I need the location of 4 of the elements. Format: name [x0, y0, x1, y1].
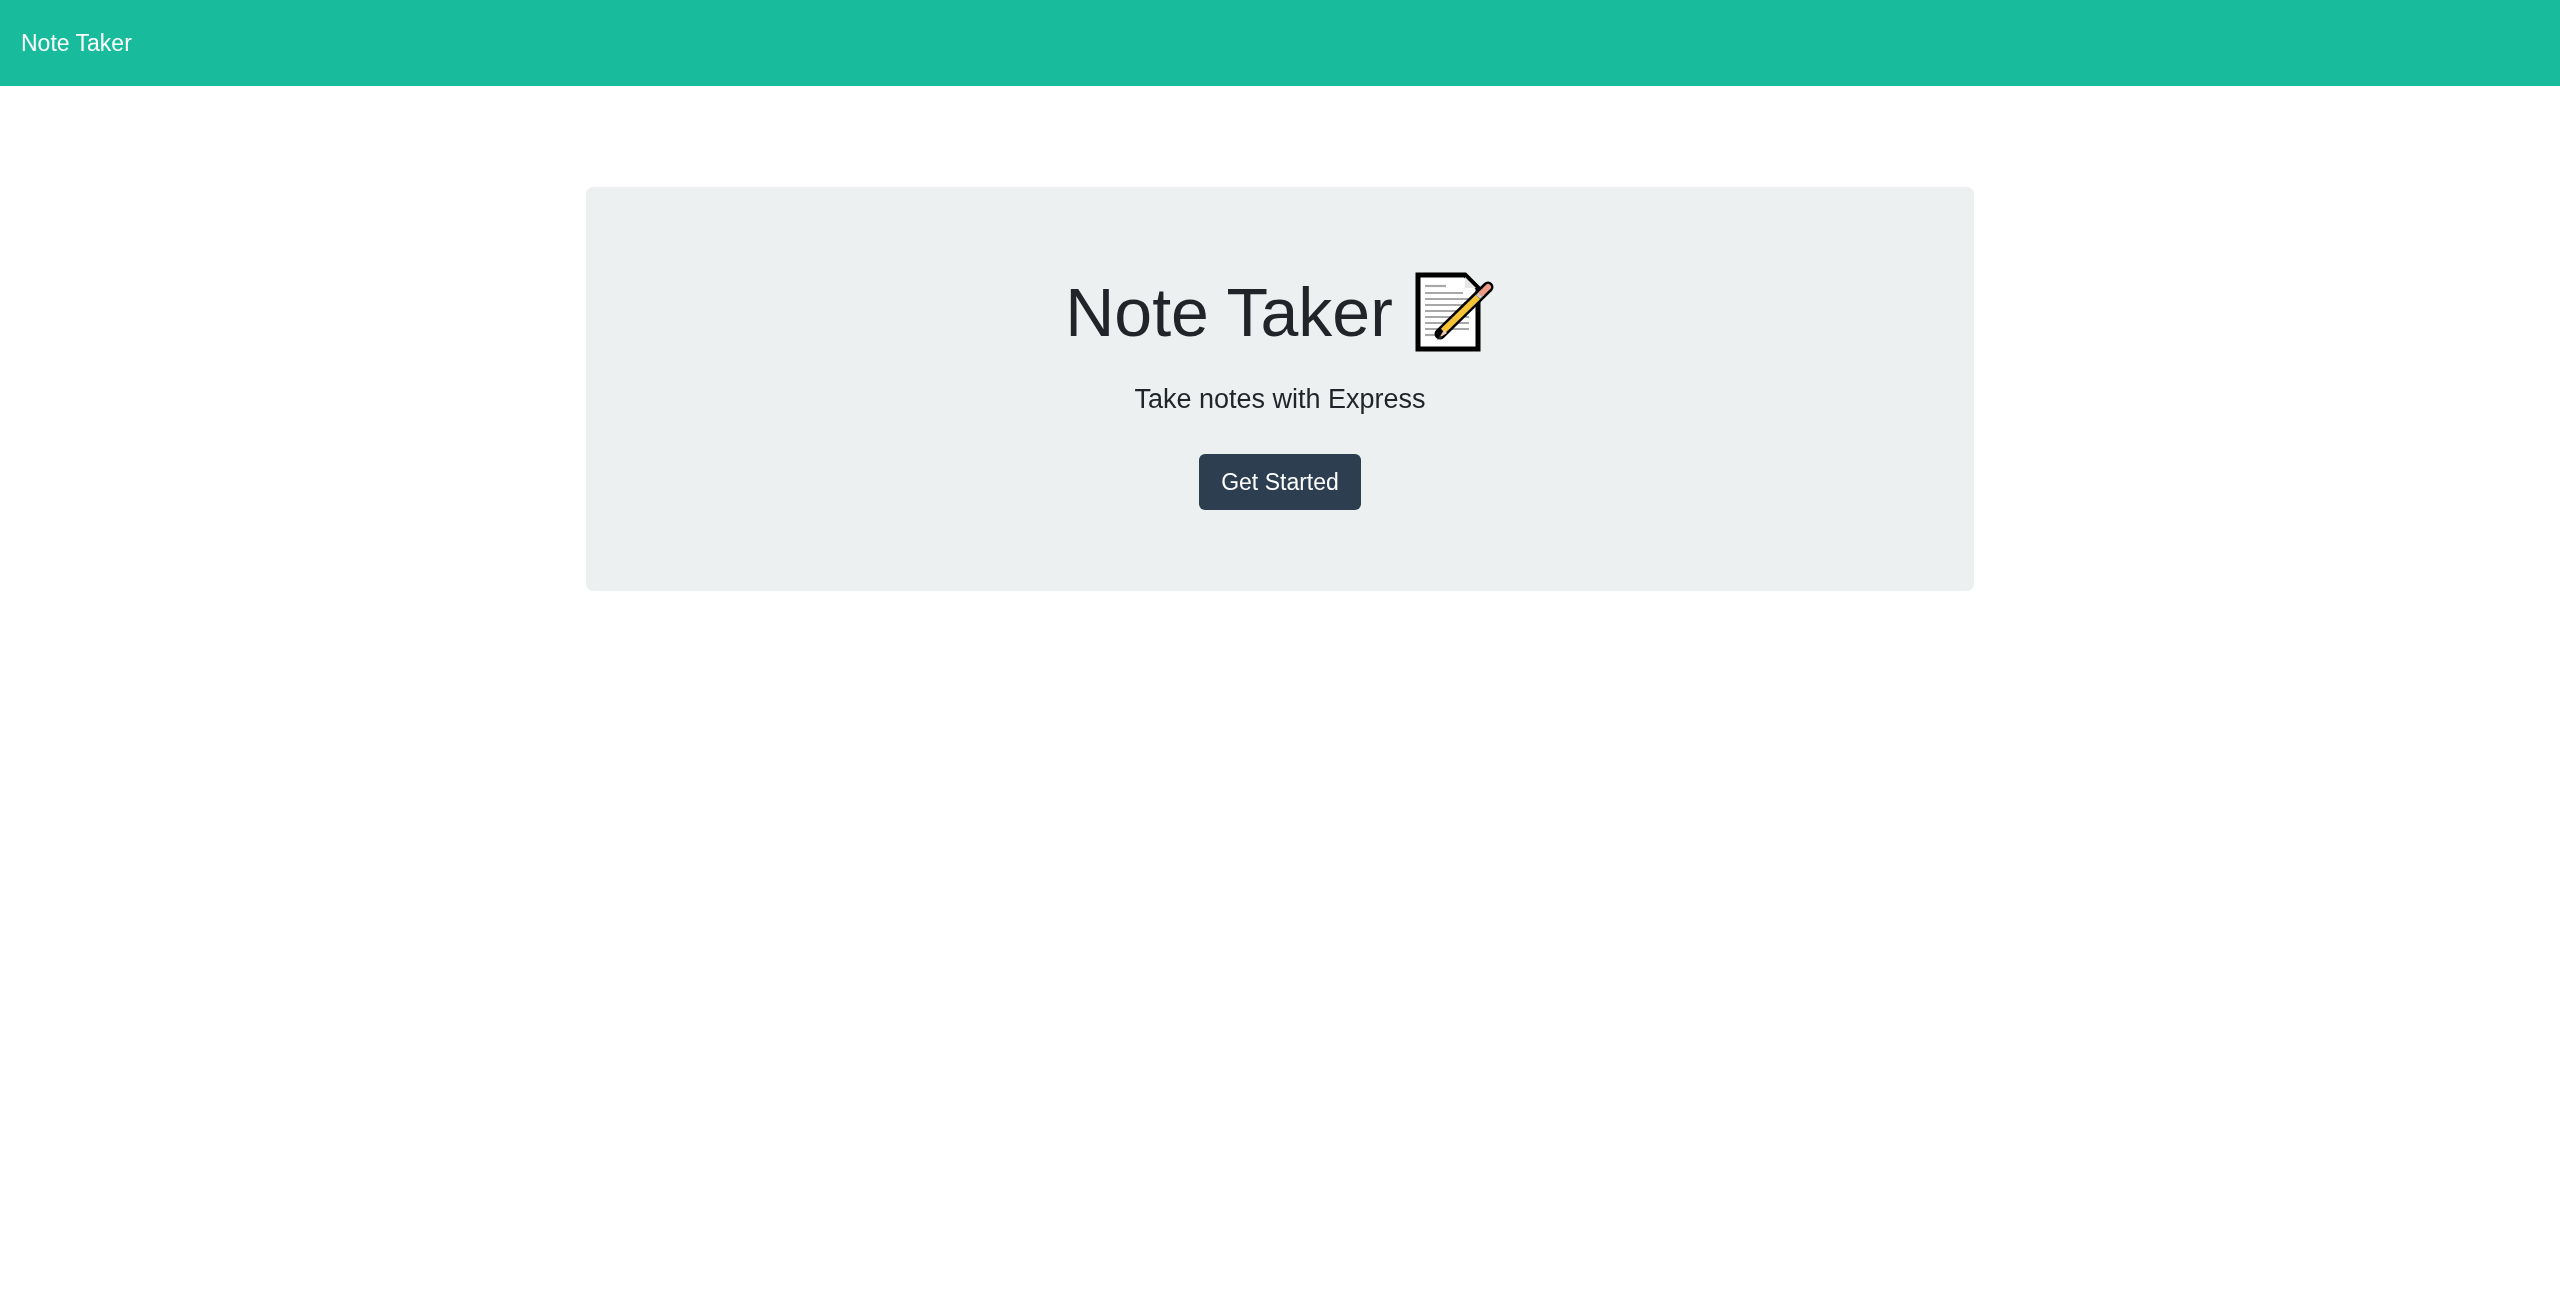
get-started-button[interactable]: Get Started: [1199, 454, 1361, 510]
hero-title: Note Taker: [1065, 273, 1393, 352]
hero-subtitle: Take notes with Express: [1134, 383, 1426, 416]
note-with-pencil-icon: [1414, 272, 1495, 352]
